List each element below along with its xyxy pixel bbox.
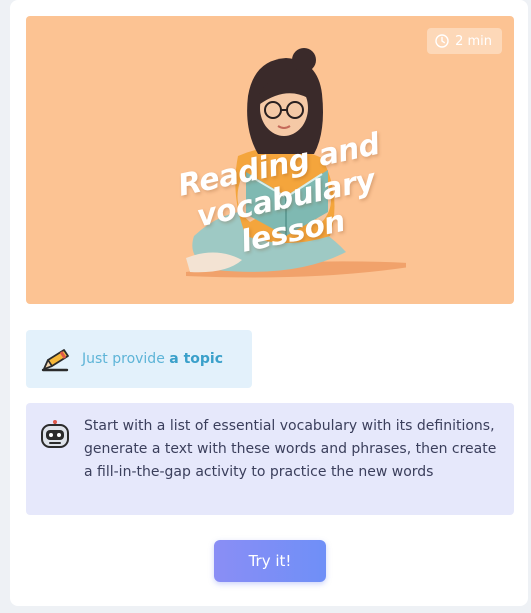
try-it-button[interactable]: Try it! bbox=[214, 540, 326, 582]
robot-icon bbox=[41, 420, 69, 448]
topic-hint-emphasis: a topic bbox=[169, 351, 224, 367]
topic-hint-prefix: Just provide bbox=[82, 351, 170, 367]
duration-badge: 2 min bbox=[427, 28, 502, 54]
lesson-description-text: Start with a list of essential vocabular… bbox=[84, 418, 497, 480]
topic-hint-text: Just provide a topic bbox=[82, 351, 223, 367]
topic-hint: Just provide a topic bbox=[26, 330, 252, 388]
lesson-description: Start with a list of essential vocabular… bbox=[26, 403, 514, 515]
clock-icon bbox=[435, 34, 449, 48]
lesson-card: 2 min Reading and vocabulary lesson Just… bbox=[10, 0, 528, 606]
lesson-hero-image: 2 min Reading and vocabulary lesson bbox=[26, 16, 514, 304]
duration-text: 2 min bbox=[455, 33, 492, 49]
pencil-icon bbox=[41, 349, 69, 372]
